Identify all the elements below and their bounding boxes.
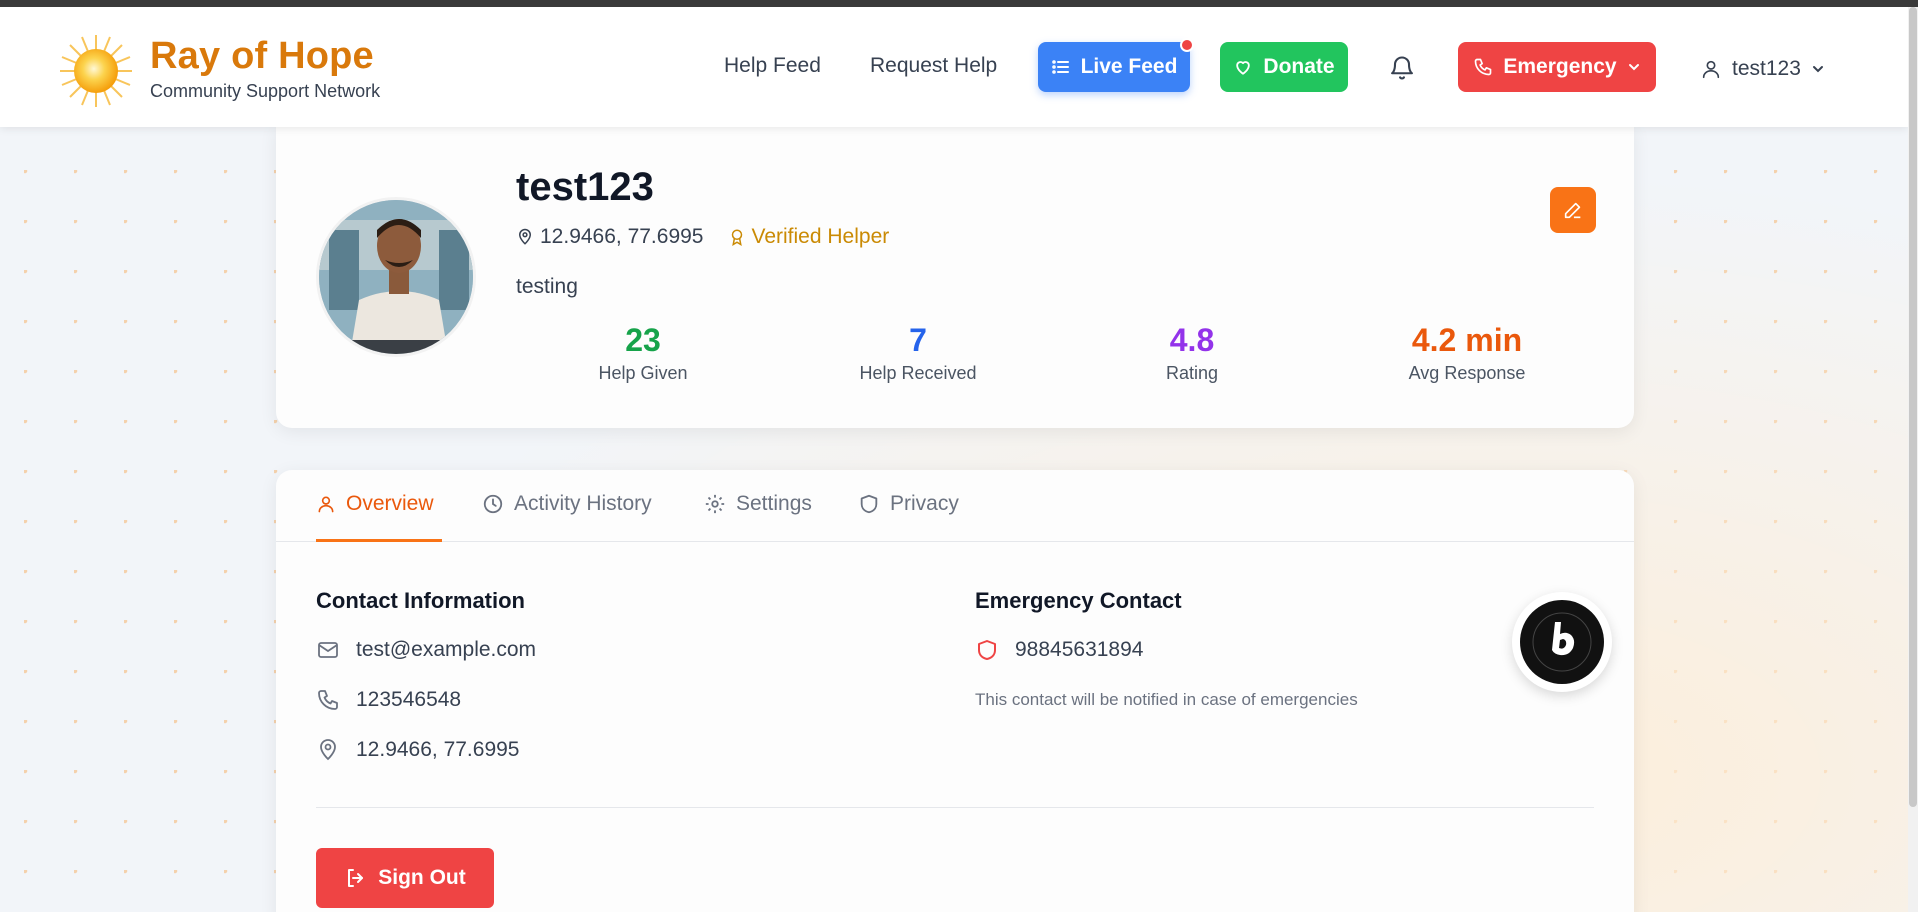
stat-value: 23: [625, 322, 661, 358]
stat-label: Help Given: [598, 363, 688, 383]
emergency-phone-row: 98845631894: [975, 638, 1143, 662]
map-pin-icon: [320, 739, 336, 761]
contact-location-row: 12.9466, 77.6995: [316, 738, 520, 762]
active-tab-indicator: [316, 539, 442, 542]
brand-title[interactable]: Ray of Hope: [150, 35, 374, 78]
app-header: Ray of Hope Community Support Network He…: [0, 7, 1908, 127]
stat-label: Help Received: [859, 363, 977, 383]
tab-settings[interactable]: Settings: [704, 492, 812, 516]
emergency-contact-title: Emergency Contact: [975, 588, 1182, 613]
contact-location: 12.9466, 77.6995: [356, 738, 520, 761]
emergency-label: Emergency: [1503, 55, 1617, 78]
tab-label: Activity History: [514, 492, 652, 515]
contact-email-row: test@example.com: [316, 638, 536, 662]
verified-label: Verified Helper: [751, 225, 890, 248]
bolt-badge-icon[interactable]: [1512, 592, 1612, 692]
stat-value: 4.8: [1169, 322, 1215, 358]
tab-label: Overview: [346, 492, 434, 515]
edit-profile-button[interactable]: [1550, 187, 1596, 233]
tab-label: Privacy: [890, 492, 959, 515]
profile-details-card: Overview Activity History Settings Priva…: [276, 470, 1634, 912]
tab-privacy[interactable]: Privacy: [858, 492, 959, 516]
tab-bar: Overview Activity History Settings Priva…: [276, 470, 1634, 542]
emergency-button[interactable]: Emergency: [1458, 42, 1656, 92]
pencil-icon: [1564, 202, 1581, 219]
profile-location: 12.9466, 77.6995: [516, 225, 704, 249]
donate-label: Donate: [1263, 55, 1335, 78]
tab-label: Settings: [736, 492, 812, 515]
live-feed-label: Live Feed: [1080, 55, 1178, 78]
stat-help-received: 7 Help Received: [818, 322, 1018, 384]
profile-bio: testing: [516, 275, 578, 298]
emergency-note: This contact will be notified in case of…: [975, 690, 1358, 709]
scrollbar-thumb[interactable]: [1909, 7, 1917, 807]
bell-icon[interactable]: [1388, 54, 1416, 82]
live-indicator-dot: [1180, 38, 1194, 52]
brand-subtitle: Community Support Network: [150, 81, 381, 101]
tab-activity-history[interactable]: Activity History: [482, 492, 652, 516]
award-icon: [731, 229, 742, 246]
map-pin-icon: [518, 228, 532, 245]
chevron-down-icon: [1812, 66, 1823, 73]
gear-icon: [705, 494, 725, 514]
profile-location-text: 12.9466, 77.6995: [540, 225, 704, 248]
contact-email: test@example.com: [356, 638, 537, 661]
sign-out-button[interactable]: Sign Out: [316, 848, 494, 908]
profile-card: test123 12.9466, 77.6995 Verified Helper…: [276, 125, 1634, 428]
user-menu-name: test123: [1732, 57, 1801, 80]
phone-icon: [318, 690, 338, 710]
profile-meta: 12.9466, 77.6995 Verified Helper: [516, 225, 889, 249]
stat-label: Avg Response: [1408, 363, 1526, 383]
scrollbar[interactable]: [1908, 7, 1918, 912]
contact-info-title: Contact Information: [316, 588, 525, 613]
clock-icon: [483, 494, 503, 514]
contact-phone: 123546548: [356, 688, 462, 711]
stat-label: Rating: [1165, 363, 1219, 383]
profile-username: test123: [516, 165, 654, 209]
browser-top-strip: [0, 0, 1918, 7]
tab-overview[interactable]: Overview: [316, 492, 434, 516]
mail-icon: [318, 642, 338, 658]
log-out-icon: [348, 869, 364, 887]
stat-avg-response: 4.2 min Avg Response: [1367, 322, 1567, 384]
nav-help-feed[interactable]: Help Feed: [724, 54, 821, 78]
profile-stats: 23 Help Given 7 Help Received 4.8 Rating…: [516, 322, 1616, 392]
nav-request-help[interactable]: Request Help: [870, 54, 997, 78]
emergency-phone: 98845631894: [1015, 638, 1144, 661]
avatar: [316, 197, 476, 357]
user-icon: [318, 496, 334, 513]
stat-rating: 4.8 Rating: [1092, 322, 1292, 384]
live-feed-button[interactable]: Live Feed: [1038, 38, 1194, 92]
chevron-down-icon: [1628, 64, 1639, 71]
donate-button[interactable]: Donate: [1220, 42, 1348, 92]
shield-icon: [860, 494, 878, 514]
phone-icon: [1475, 58, 1492, 76]
contact-phone-row: 123546548: [316, 688, 461, 712]
list-icon: [1051, 60, 1069, 74]
shield-icon: [978, 640, 996, 660]
stat-help-given: 23 Help Given: [543, 322, 743, 384]
sun-logo-icon: [60, 35, 132, 107]
section-divider: [316, 807, 1594, 808]
sign-out-label: Sign Out: [378, 866, 466, 889]
heart-icon: [1236, 61, 1251, 75]
verified-badge: Verified Helper: [728, 225, 890, 249]
user-menu[interactable]: test123: [1700, 57, 1825, 81]
user-icon: [1702, 60, 1720, 79]
stat-value: 7: [909, 322, 927, 358]
stat-value: 4.2 min: [1411, 322, 1523, 358]
